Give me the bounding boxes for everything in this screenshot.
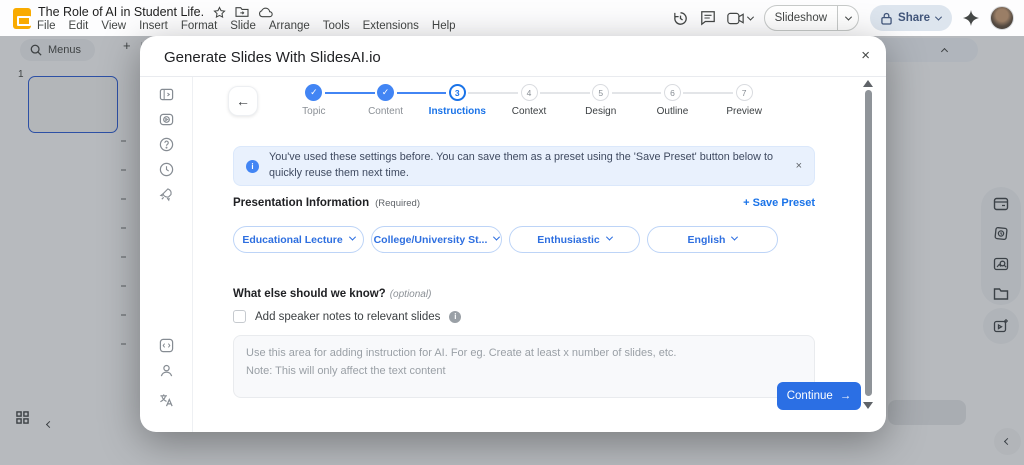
menu-edit[interactable]: Edit	[69, 20, 89, 32]
sidebar-panel-icon[interactable]	[159, 87, 174, 102]
back-button[interactable]: ←	[228, 86, 258, 116]
menu-format[interactable]: Format	[181, 20, 217, 32]
chevron-down-icon	[493, 233, 501, 241]
menu-view[interactable]: View	[101, 20, 126, 32]
lock-icon	[881, 12, 892, 25]
step-number: 5	[592, 84, 610, 101]
google-slides-window: The Role of AI in Student Life. File Edi…	[0, 0, 1024, 465]
step-number: 3	[448, 84, 466, 101]
step-check-icon: ✓	[305, 84, 323, 101]
step-outline[interactable]: 6 Outline	[611, 84, 709, 117]
tone-dropdown[interactable]: Enthusiastic	[509, 226, 640, 253]
app-header: The Role of AI in Student Life. File Edi…	[0, 0, 1024, 36]
scroll-up-arrow[interactable]	[863, 80, 873, 87]
presentation-type-dropdown[interactable]: Educational Lecture	[233, 226, 364, 253]
required-label: (Required)	[375, 198, 420, 209]
speaker-notes-checkbox[interactable]	[233, 310, 246, 323]
translate-icon[interactable]	[159, 393, 174, 408]
step-content[interactable]: ✓ Content	[324, 84, 422, 117]
dialog-title: Generate Slides With SlidesAI.io	[164, 49, 381, 66]
scrollbar-thumb[interactable]	[865, 90, 872, 396]
camera-dropdown-chevron[interactable]	[746, 13, 754, 21]
step-number: 4	[520, 84, 538, 101]
menu-insert[interactable]: Insert	[139, 20, 168, 32]
chevron-down-icon	[605, 233, 613, 241]
menu-arrange[interactable]: Arrange	[269, 20, 310, 32]
share-dropdown-chevron[interactable]	[934, 13, 943, 21]
step-topic[interactable]: ✓ Topic	[278, 84, 350, 117]
audience-dropdown[interactable]: College/University St...	[371, 226, 502, 253]
share-button[interactable]: Share	[870, 5, 952, 31]
rail-divider	[192, 77, 193, 432]
comments-icon[interactable]	[700, 10, 716, 26]
menu-bar: File Edit View Insert Format Slide Arran…	[37, 20, 456, 32]
feedback-icon[interactable]	[159, 338, 174, 353]
step-number: 6	[663, 84, 681, 101]
optional-label: (optional)	[389, 289, 432, 300]
menu-help[interactable]: Help	[432, 20, 456, 32]
banner-close-button[interactable]: ×	[796, 160, 802, 172]
speaker-notes-info-icon[interactable]: i	[449, 310, 462, 323]
menu-slide[interactable]: Slide	[230, 20, 256, 32]
video-tutorial-icon[interactable]	[159, 112, 174, 127]
slides-logo-icon[interactable]	[13, 8, 31, 29]
move-folder-icon[interactable]	[235, 6, 249, 18]
slidesai-dialog: Generate Slides With SlidesAI.io × ← ✓ T…	[140, 36, 886, 432]
continue-button[interactable]: Continue →	[777, 382, 861, 410]
step-instructions[interactable]: 3 Instructions	[396, 84, 493, 117]
save-preset-button[interactable]: + Save Preset	[743, 197, 815, 209]
what-else-title: What else should we know?	[233, 288, 386, 300]
step-number: 7	[735, 84, 753, 101]
menu-file[interactable]: File	[37, 20, 56, 32]
meet-camera-icon[interactable]	[726, 12, 754, 25]
menu-extensions[interactable]: Extensions	[363, 20, 419, 32]
cloud-saved-icon[interactable]	[258, 7, 273, 18]
speaker-notes-label: Add speaker notes to relevant slides	[255, 310, 441, 323]
star-icon[interactable]	[213, 5, 226, 19]
step-check-icon: ✓	[377, 84, 395, 101]
gemini-sparkle-icon[interactable]	[963, 10, 979, 26]
arrow-right-icon: →	[839, 390, 852, 402]
step-context[interactable]: 4 Context	[468, 84, 565, 117]
scroll-down-arrow[interactable]	[863, 402, 873, 409]
wizard-stepper: ✓ Topic ✓ Content 3 Instructions 4 Conte…	[278, 84, 780, 117]
rocket-icon[interactable]	[159, 187, 174, 202]
chevron-down-icon	[731, 233, 739, 241]
menu-tools[interactable]: Tools	[323, 20, 350, 32]
share-label: Share	[898, 12, 930, 24]
step-design[interactable]: 5 Design	[540, 84, 637, 117]
help-icon[interactable]	[159, 137, 174, 152]
account-icon[interactable]	[159, 363, 174, 378]
banner-text: You've used these settings before. You c…	[269, 151, 773, 179]
language-dropdown[interactable]: English	[647, 226, 778, 253]
info-icon: i	[246, 159, 259, 173]
dialog-title-divider	[140, 76, 886, 77]
slideshow-dropdown[interactable]	[838, 13, 858, 21]
version-history-icon[interactable]	[672, 10, 689, 27]
ai-instructions-textarea[interactable]	[233, 335, 815, 398]
step-preview[interactable]: 7 Preview	[683, 84, 780, 117]
chevron-down-icon	[348, 233, 356, 241]
presentation-information-title: Presentation Information	[233, 197, 370, 209]
presentation-settings: Educational Lecture College/University S…	[233, 226, 778, 253]
account-avatar[interactable]	[990, 6, 1014, 30]
close-dialog-button[interactable]: ×	[861, 47, 870, 64]
slideshow-button[interactable]: Slideshow	[763, 5, 860, 31]
document-title[interactable]: The Role of AI in Student Life.	[38, 5, 204, 19]
slideshow-label: Slideshow	[774, 12, 828, 24]
preset-info-banner: i You've used these settings before. You…	[233, 146, 815, 186]
history-icon[interactable]	[159, 162, 174, 177]
